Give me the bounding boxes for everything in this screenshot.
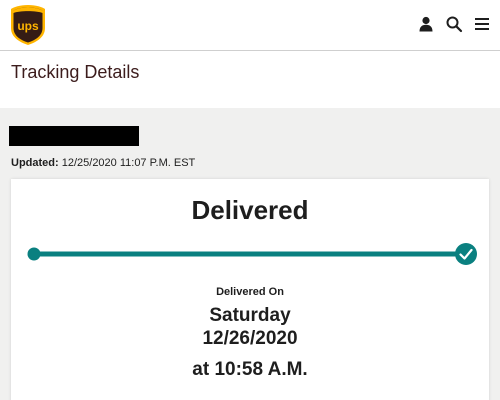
delivery-date: 12/26/2020 (202, 328, 298, 349)
delivery-status: Delivered (191, 195, 309, 225)
site-header: ups (0, 0, 500, 51)
progress-bar (27, 243, 477, 265)
delivery-time: at 10:58 A.M. (192, 359, 308, 380)
ups-logo[interactable]: ups (10, 4, 46, 46)
tracking-number-redacted (9, 126, 139, 146)
person-icon[interactable] (417, 15, 435, 33)
updated-value: 12/25/2020 11:07 P.M. EST (61, 157, 196, 169)
tracking-page: ups Tracking Details Updated: 12/25/2020… (0, 0, 500, 400)
page-title: Tracking Details (11, 62, 140, 82)
delivery-day: Saturday (209, 305, 291, 326)
menu-icon[interactable] (473, 15, 491, 33)
search-icon[interactable] (445, 15, 463, 33)
updated-label: Updated: (11, 157, 59, 169)
delivered-on-label: Delivered On (216, 286, 284, 298)
updated-timestamp: Updated: 12/25/2020 11:07 P.M. EST (11, 157, 195, 169)
status-card: Delivered Delivered On Saturday 12/26/20… (11, 179, 489, 400)
progress-start-dot (27, 247, 41, 261)
delivered-check-icon (455, 243, 477, 265)
ups-logo-text: ups (17, 19, 39, 33)
